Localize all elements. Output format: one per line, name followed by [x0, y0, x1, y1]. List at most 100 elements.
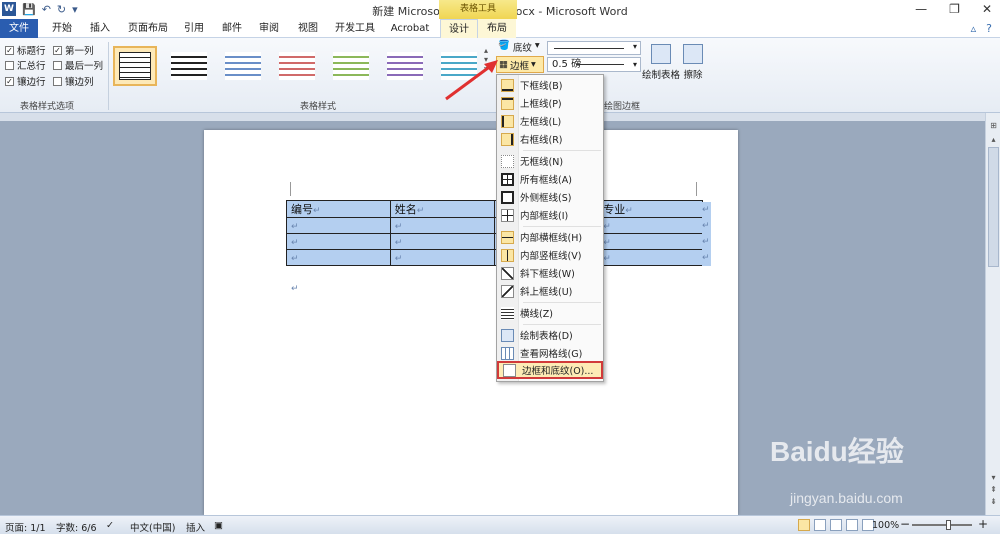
zoom-slider-thumb[interactable] [946, 520, 951, 530]
tab-design[interactable]: 设计 [440, 19, 478, 39]
table-cell[interactable]: ↵ [389, 217, 495, 234]
menu-item-top-border[interactable]: 上框线(P) [497, 94, 603, 112]
save-icon[interactable]: 💾 [22, 3, 36, 16]
borders-button[interactable]: ▦ 边框 ▾ [496, 56, 544, 73]
inside-vertical-border-icon [501, 248, 514, 262]
document-page[interactable]: 编号↵ 姓名↵ 专业↵ ↵ ↵ ↵ ↵ ↵ ↵ ↵ ↵ ↵ ↵ ↵ ↵ ↵ ↵ [204, 130, 738, 515]
total-row-checkbox[interactable]: 汇总行 [5, 58, 46, 72]
full-screen-reading-icon[interactable] [814, 519, 826, 531]
table-style-swatch[interactable] [329, 46, 373, 86]
help-icon[interactable]: ? [986, 22, 992, 35]
menu-item-right-border[interactable]: 右框线(R) [497, 130, 603, 148]
ruler-toggle-icon[interactable]: ⊞ [988, 121, 999, 132]
view-buttons [798, 519, 874, 531]
table-tools-context-label: 表格工具 [439, 0, 517, 19]
menu-item-horizontal-line[interactable]: 横线(Z) [497, 304, 603, 322]
menu-item-borders-and-shading[interactable]: 边框和底纹(O)... [497, 361, 603, 379]
scroll-down-icon[interactable]: ▾ [988, 473, 999, 484]
menu-item-inside-borders[interactable]: 内部框线(I) [497, 206, 603, 224]
menu-item-inside-vertical-border[interactable]: 内部竖框线(V) [497, 246, 603, 264]
menu-item-all-borders[interactable]: 所有框线(A) [497, 170, 603, 188]
menu-item-diagonal-up-border[interactable]: 斜上框线(U) [497, 282, 603, 300]
line-style-select[interactable]: ▾ [547, 41, 641, 55]
banded-columns-checkbox[interactable]: 镶边列 [53, 74, 94, 88]
print-layout-icon[interactable] [798, 519, 810, 531]
menu-item-no-border[interactable]: 无框线(N) [497, 152, 603, 170]
table-cell[interactable]: ↵ [598, 217, 703, 234]
undo-icon[interactable]: ↶ [42, 3, 51, 16]
word-count[interactable]: 字数: 6/6 [56, 520, 97, 534]
line-weight-select[interactable]: 0.5 磅 ▾ [547, 57, 641, 72]
tab-review[interactable]: 审阅 [251, 19, 287, 38]
banded-rows-checkbox[interactable]: ✓ 镶边行 [5, 74, 46, 88]
table-cell[interactable]: 专业↵ [598, 200, 703, 218]
table-style-swatch[interactable] [221, 46, 265, 86]
eraser-button[interactable]: 擦除 [683, 44, 703, 81]
qat-dropdown-icon[interactable]: ▾ [72, 3, 78, 16]
page-count[interactable]: 页面: 1/1 [5, 520, 46, 534]
draw-table-button[interactable]: 绘制表格 [642, 44, 680, 81]
table-cell[interactable]: 姓名↵ [389, 200, 495, 218]
table-cell[interactable]: 编号↵ [286, 200, 391, 218]
tab-references[interactable]: 引用 [177, 19, 211, 38]
tab-home[interactable]: 开始 [43, 19, 81, 38]
proofing-icon[interactable]: ✓ [106, 520, 114, 531]
redo-icon[interactable]: ↻ [57, 3, 66, 16]
close-icon[interactable]: ✕ [982, 2, 992, 16]
document-table[interactable]: 编号↵ 姓名↵ 专业↵ ↵ ↵ ↵ ↵ ↵ ↵ ↵ ↵ ↵ [286, 200, 703, 266]
menu-item-bottom-border[interactable]: 下框线(B) [497, 76, 603, 94]
macro-record-icon[interactable]: ▣ [214, 520, 223, 531]
table-row: ↵ ↵ ↵ [286, 249, 703, 266]
prev-page-icon[interactable]: ⇞ [988, 485, 999, 496]
scroll-thumb[interactable] [988, 147, 999, 267]
menu-item-outside-borders[interactable]: 外侧框线(S) [497, 188, 603, 206]
table-style-swatch[interactable] [167, 46, 211, 86]
zoom-level[interactable]: 100% [872, 520, 899, 531]
tab-mailings[interactable]: 邮件 [213, 19, 251, 38]
pointer-arrow [445, 60, 498, 101]
next-page-icon[interactable]: ⇟ [988, 497, 999, 508]
vertical-scrollbar[interactable]: ⊞ ▴ ▾ ⇞ ⇟ [985, 113, 1000, 515]
tab-insert[interactable]: 插入 [81, 19, 119, 38]
zoom-in-icon[interactable]: + [978, 517, 988, 531]
table-cell[interactable]: ↵ [389, 249, 495, 266]
tab-developer[interactable]: 开发工具 [327, 19, 383, 38]
table-cell[interactable]: ↵ [598, 249, 703, 266]
tab-file[interactable]: 文件 [0, 19, 38, 38]
collapse-ribbon-icon[interactable]: ▵ [971, 22, 977, 35]
table-cell[interactable]: ↵ [389, 233, 495, 250]
shading-button[interactable]: 🪣 底纹 ▾ [498, 40, 540, 54]
menu-item-left-border[interactable]: 左框线(L) [497, 112, 603, 130]
tab-view[interactable]: 视图 [289, 19, 327, 38]
table-cell[interactable]: ↵ [286, 233, 391, 250]
tab-layout[interactable]: 布局 [478, 19, 516, 38]
table-style-swatch[interactable] [275, 46, 319, 86]
language-indicator[interactable]: 中文(中国) [130, 520, 175, 534]
menu-item-diagonal-down-border[interactable]: 斜下框线(W) [497, 264, 603, 282]
zoom-out-icon[interactable]: − [900, 517, 910, 531]
header-row-checkbox[interactable]: ✓ 标题行 [5, 43, 46, 57]
word-logo-icon[interactable]: W [2, 2, 16, 16]
insert-mode[interactable]: 插入 [186, 520, 205, 534]
web-layout-icon[interactable] [830, 519, 842, 531]
restore-icon[interactable]: ❐ [949, 2, 960, 16]
table-cell[interactable]: ↵ [286, 249, 391, 266]
table-style-swatch[interactable] [113, 46, 157, 86]
status-bar: 页面: 1/1 字数: 6/6 ✓ 中文(中国) 插入 ▣ 100% − + [0, 515, 1000, 534]
tab-acrobat[interactable]: Acrobat [384, 19, 436, 38]
menu-item-draw-table[interactable]: 绘制表格(D) [497, 326, 603, 344]
last-column-checkbox[interactable]: 最后一列 [53, 58, 103, 72]
table-style-swatch[interactable] [383, 46, 427, 86]
table-cell[interactable]: ↵ [286, 217, 391, 234]
table-styles-gallery[interactable] [113, 42, 493, 94]
first-column-checkbox[interactable]: ✓ 第一列 [53, 43, 94, 57]
scroll-up-icon[interactable]: ▴ [988, 135, 999, 146]
outline-view-icon[interactable] [846, 519, 858, 531]
table-cell[interactable]: ↵ [598, 233, 703, 250]
zoom-slider[interactable] [912, 524, 972, 526]
minimize-icon[interactable]: — [915, 2, 927, 16]
tab-page-layout[interactable]: 页面布局 [119, 19, 177, 38]
inside-borders-icon [501, 208, 514, 222]
menu-item-view-gridlines[interactable]: 查看网格线(G) [497, 344, 603, 362]
menu-item-inside-horizontal-border[interactable]: 内部横框线(H) [497, 228, 603, 246]
